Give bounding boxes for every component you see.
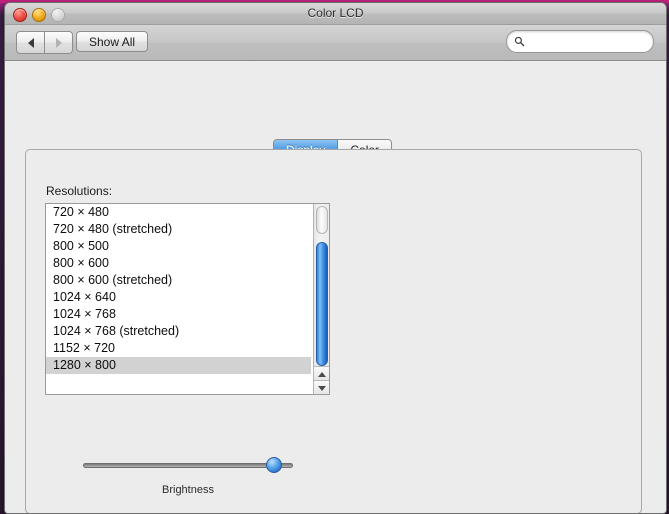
scrollbar-thumb[interactable]: [316, 242, 328, 366]
search-icon: [514, 36, 525, 47]
brightness-label: Brightness: [162, 484, 214, 496]
list-item[interactable]: 1024 × 768 (stretched): [46, 323, 311, 340]
list-item[interactable]: 1024 × 640: [46, 289, 311, 306]
toolbar: Show All: [5, 25, 666, 61]
resolutions-list-rows: 720 × 480 720 × 480 (stretched) 800 × 50…: [46, 204, 311, 374]
scroll-down-button[interactable]: [314, 380, 329, 394]
window-title: Color LCD: [307, 6, 364, 20]
list-item[interactable]: 800 × 600: [46, 255, 311, 272]
search-field[interactable]: [506, 30, 654, 53]
resolutions-list[interactable]: 720 × 480 720 × 480 (stretched) 800 × 50…: [45, 203, 330, 395]
resolutions-label: Resolutions:: [46, 184, 113, 198]
brightness-slider-track[interactable]: [83, 463, 293, 468]
back-button[interactable]: [16, 31, 45, 54]
scroll-up-button[interactable]: [314, 366, 329, 381]
triangle-up-icon: [317, 371, 326, 377]
list-item[interactable]: 720 × 480 (stretched): [46, 221, 311, 238]
window-title-bar[interactable]: Color LCD: [5, 3, 666, 25]
resolutions-scrollbar[interactable]: [313, 204, 329, 394]
system-preferences-window: Color LCD Show All Display Color R: [4, 2, 667, 514]
scrollbar-track-top[interactable]: [316, 206, 328, 234]
list-item[interactable]: 1024 × 768: [46, 306, 311, 323]
brightness-slider-knob[interactable]: [266, 457, 283, 473]
list-item[interactable]: 1152 × 720: [46, 340, 311, 357]
list-item[interactable]: 800 × 500: [46, 238, 311, 255]
search-input[interactable]: [529, 34, 648, 49]
display-settings-panel: Resolutions: 720 × 480 720 × 480 (stretc…: [25, 149, 642, 513]
list-item-selected[interactable]: 1280 × 800: [46, 357, 311, 374]
list-item[interactable]: 800 × 600 (stretched): [46, 272, 311, 289]
show-all-button[interactable]: Show All: [76, 31, 149, 52]
triangle-left-icon: [27, 37, 34, 48]
preference-pane-body: Display Color Resolutions: 720 × 480 720…: [5, 61, 666, 513]
forward-button: [45, 31, 73, 54]
triangle-down-icon: [317, 385, 326, 391]
navigation-button-group: [16, 31, 73, 54]
triangle-right-icon: [55, 37, 62, 48]
brightness-slider[interactable]: Brightness: [83, 457, 293, 496]
list-item[interactable]: 720 × 480: [46, 204, 311, 221]
